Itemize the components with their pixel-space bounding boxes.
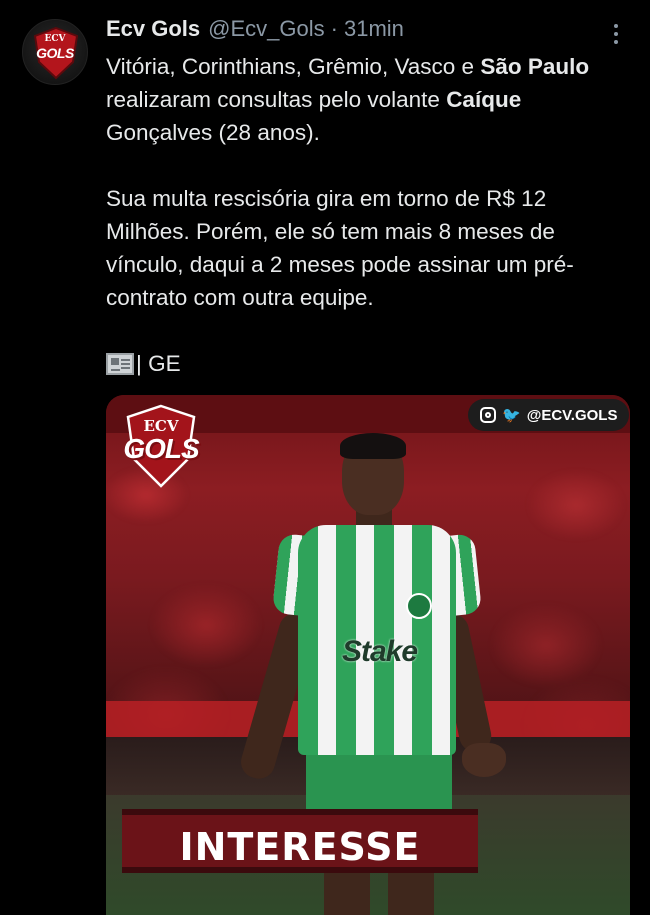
headline-banner: INTERESSE [122, 809, 478, 873]
separator-dot: · [330, 16, 338, 41]
source-label: | GE [136, 351, 181, 376]
more-options-icon[interactable] [604, 22, 628, 46]
tweet-text: Vitória, Corinthians, Grêmio, Vasco e Sã… [106, 50, 626, 380]
avatar[interactable]: ECV GOLS [22, 19, 88, 85]
social-handle: @ECV.GOLS [526, 406, 618, 424]
instagram-icon [480, 407, 496, 423]
tweet[interactable]: ECV GOLS Ecv Gols @Ecv_Gols · 31min Vitó… [0, 0, 650, 915]
bold-club: São Paulo [480, 54, 590, 79]
author-name[interactable]: Ecv Gols [106, 16, 200, 42]
bold-player: Caíque [446, 87, 522, 112]
author-handle[interactable]: @Ecv_Gols [208, 16, 324, 42]
tweet-header: Ecv Gols @Ecv_Gols · 31min [106, 16, 404, 46]
twitter-icon: 🐦 [502, 407, 521, 424]
logo-text-main: GOLS [123, 433, 199, 464]
timestamp[interactable]: 31min [344, 16, 404, 42]
avatar-logo-top: ECV [44, 34, 66, 44]
tweet-source: | GE [106, 347, 626, 380]
newspaper-icon [106, 352, 134, 375]
tweet-media-image[interactable]: Stake ECV GOLS 🐦 @ECV.GOLS INTERESSE [106, 395, 630, 915]
social-handle-badge: 🐦 @ECV.GOLS [468, 399, 630, 431]
tweet-paragraph-1: Vitória, Corinthians, Grêmio, Vasco e Sã… [106, 54, 590, 145]
ecv-gols-logo: ECV GOLS [106, 395, 216, 495]
headline-text: INTERESSE [179, 825, 421, 869]
club-crest-icon [406, 593, 432, 619]
jersey-sponsor: Stake [342, 635, 418, 668]
tweet-paragraph-2: Sua multa rescisória gira em torno de R$… [106, 186, 574, 310]
avatar-logo-main: GOLS [36, 45, 74, 61]
